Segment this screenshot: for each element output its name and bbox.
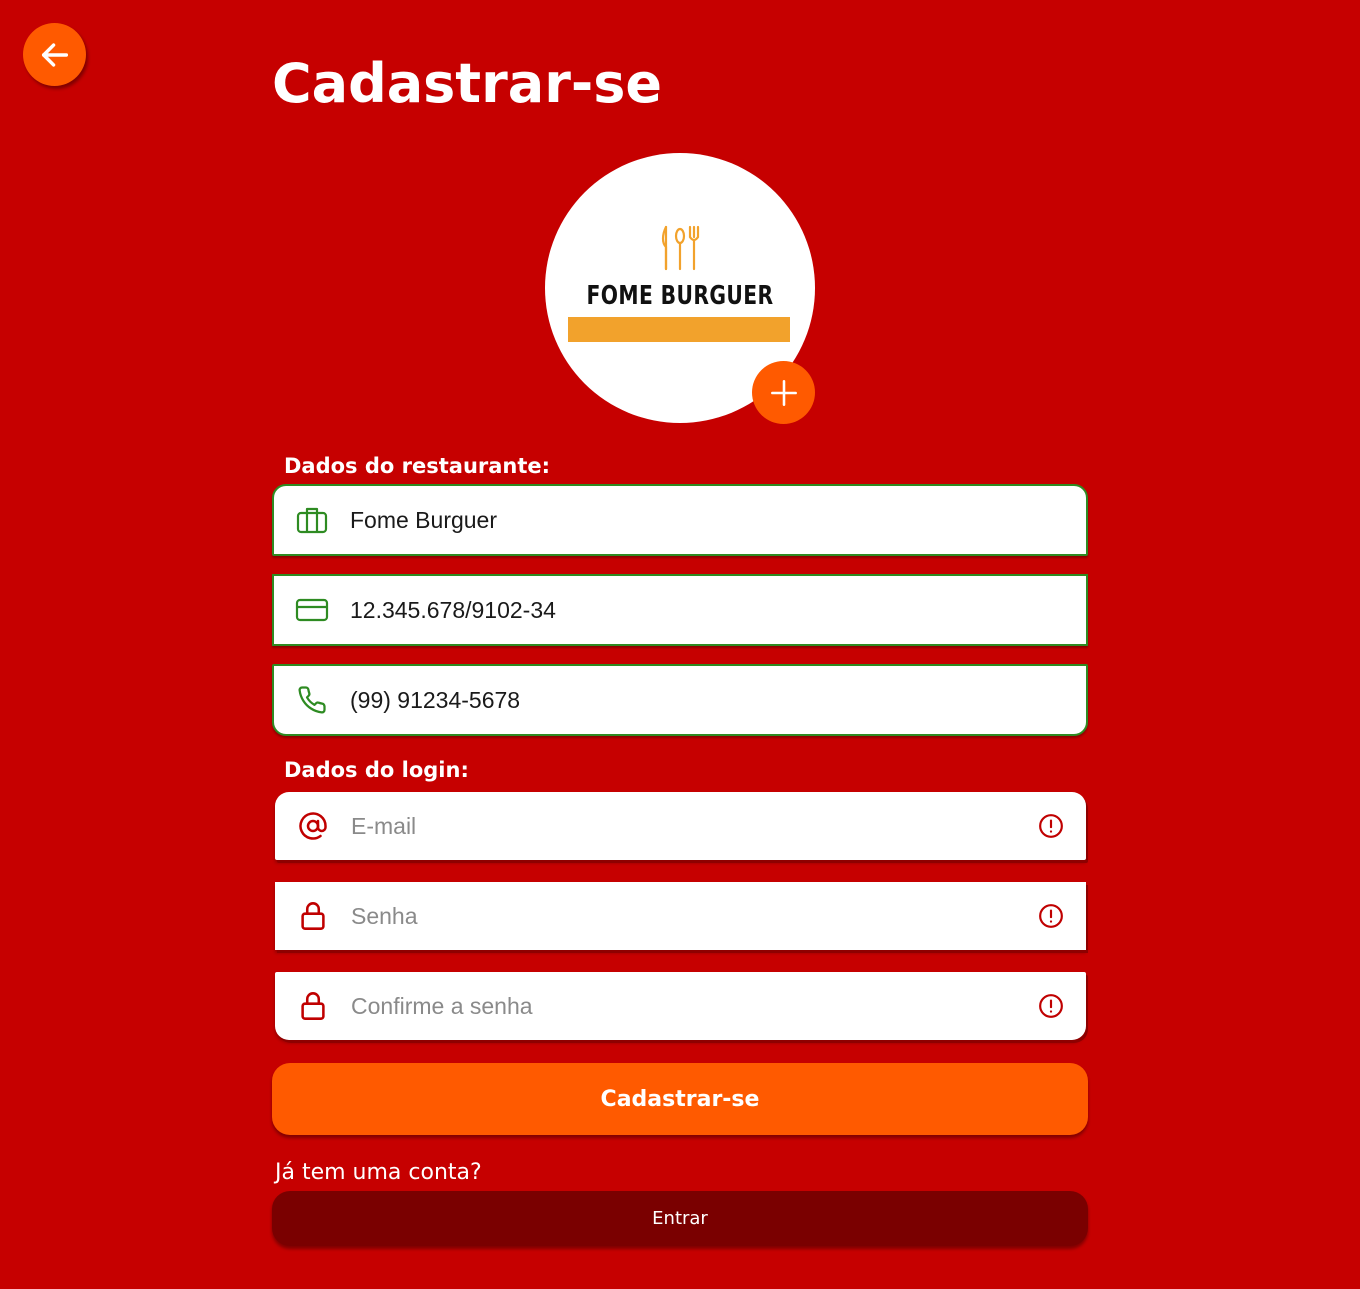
add-photo-button[interactable] [752, 361, 815, 424]
lock-icon [301, 992, 325, 1020]
lock-icon [301, 902, 325, 930]
phone-icon [298, 686, 326, 714]
plus-icon [770, 379, 797, 406]
arrow-left-icon [41, 42, 68, 67]
at-sign-icon [299, 812, 327, 840]
login-section-label: Dados do login: [284, 758, 469, 782]
alert-circle-icon [1039, 814, 1063, 838]
cutlery-icon [661, 225, 700, 271]
back-button[interactable] [23, 23, 86, 86]
page-title: Cadastrar-se [272, 52, 662, 115]
cnpj-field[interactable]: 12.345.678/9102-34 [272, 574, 1088, 646]
email-placeholder: E-mail [351, 812, 417, 839]
cnpj-value: 12.345.678/9102-34 [350, 596, 556, 623]
phone-field[interactable]: (99) 91234-5678 [272, 664, 1088, 736]
briefcase-icon [296, 507, 328, 534]
alert-circle-icon [1039, 904, 1063, 928]
restaurant-name-field[interactable]: Fome Burguer [272, 484, 1088, 556]
phone-value: (99) 91234-5678 [350, 686, 521, 713]
password-field[interactable]: Senha [275, 882, 1086, 950]
credit-card-icon [295, 598, 329, 622]
signup-page: Cadastrar-se FOME BURGUER Dados do resta… [0, 0, 1360, 1289]
email-field[interactable]: E-mail [275, 792, 1086, 860]
login-button[interactable]: Entrar [272, 1191, 1088, 1246]
confirm-password-placeholder: Confirme a senha [351, 992, 533, 1019]
restaurant-name-value: Fome Burguer [350, 506, 498, 533]
confirm-password-field[interactable]: Confirme a senha [275, 972, 1086, 1040]
signup-button[interactable]: Cadastrar-se [272, 1063, 1088, 1135]
has-account-question: Já tem uma conta? [275, 1160, 482, 1185]
alert-circle-icon [1039, 994, 1063, 1018]
password-placeholder: Senha [351, 902, 418, 929]
brand-bar [568, 317, 790, 342]
brand-name: FOME BURGUER [586, 281, 774, 311]
restaurant-section-label: Dados do restaurante: [284, 454, 551, 478]
